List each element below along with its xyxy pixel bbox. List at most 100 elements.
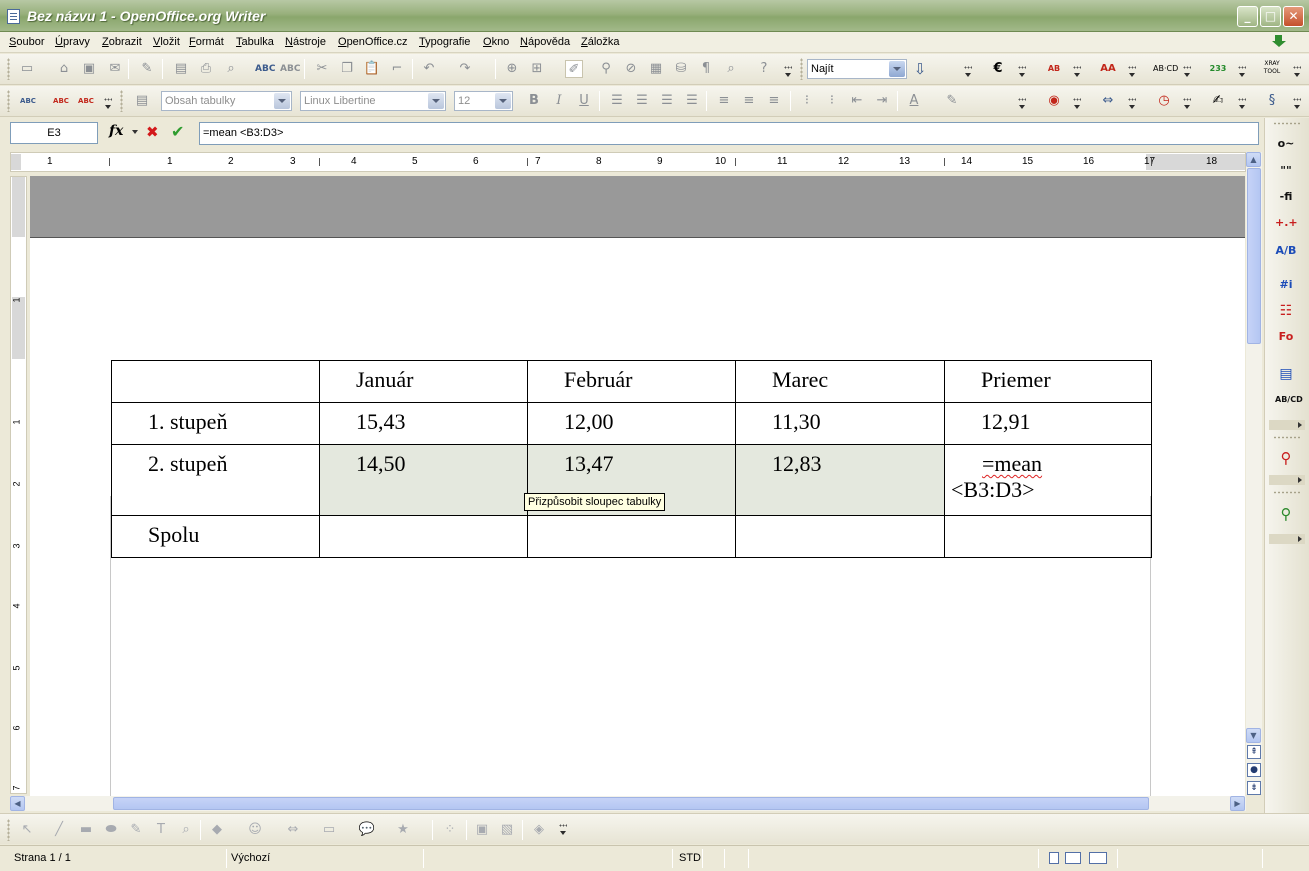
update-download-icon[interactable] <box>1271 35 1287 49</box>
print-preview-icon[interactable]: ⌕ <box>222 60 240 78</box>
scroll-right-icon[interactable]: ▶ <box>1230 796 1245 811</box>
next-page-icon[interactable]: ⇟ <box>1247 781 1261 795</box>
clone-formatting-icon[interactable]: ⌐ <box>388 60 406 78</box>
formula-cell[interactable]: =mean <B3:D3> <box>944 444 1152 516</box>
open-icon[interactable]: ⌂ <box>55 60 73 78</box>
table-cell[interactable]: 12,91 <box>944 402 1152 445</box>
gallery-icon[interactable]: ▦ <box>647 60 665 78</box>
sidebar-quotes-icon[interactable]: "" <box>1275 161 1297 181</box>
sidebar-fo-icon[interactable]: Fo <box>1275 327 1297 347</box>
page-indicator[interactable]: Strana 1 / 1 <box>14 852 71 864</box>
line-icon[interactable]: ╱ <box>50 821 68 839</box>
extension-numbers-icon[interactable]: 233 <box>1209 60 1227 78</box>
cancel-formula-icon[interactable]: ✖ <box>146 123 159 141</box>
table-cell-selected[interactable]: 12,83 <box>735 444 945 516</box>
menu-typografie[interactable]: Typografie <box>419 36 470 48</box>
page-style-indicator[interactable]: Výchozí <box>231 852 270 864</box>
align-center-icon[interactable]: ☰ <box>633 92 651 110</box>
scroll-down-icon[interactable]: ▼ <box>1246 728 1261 743</box>
undo-icon[interactable]: ↶ <box>420 60 438 78</box>
font-size-select[interactable]: 12 <box>454 91 513 111</box>
basic-shapes-icon[interactable]: ◆ <box>208 821 226 839</box>
show-draw-functions-icon[interactable]: ✐ <box>565 60 583 78</box>
table-header-cell[interactable]: Marec <box>735 360 945 403</box>
italic-button[interactable]: I <box>550 92 568 110</box>
align-right-icon[interactable]: ☰ <box>658 92 676 110</box>
find-input[interactable]: Najít <box>807 59 907 79</box>
toolbar-grip[interactable] <box>7 58 10 80</box>
underline-button[interactable]: U <box>575 92 593 110</box>
vertical-ruler[interactable]: 1 1 2 3 4 5 6 7 <box>10 176 27 794</box>
extension-abc-3-icon[interactable]: ABC <box>77 92 95 110</box>
table-cell-selected[interactable]: 14,50 <box>319 444 528 516</box>
sidebar-ligature-icon[interactable]: -fi <box>1275 187 1297 207</box>
table-cell[interactable]: 15,43 <box>319 402 528 445</box>
symbol-shapes-icon[interactable]: ☺ <box>246 821 264 839</box>
font-name-select[interactable]: Linux Libertine <box>300 91 446 111</box>
edit-file-icon[interactable]: ✎ <box>138 60 156 78</box>
extension-script-icon[interactable]: § <box>1263 92 1281 110</box>
zoom-icon[interactable]: ⌕ <box>722 60 740 78</box>
sidebar-spacing-icon[interactable]: +.+ <box>1275 213 1298 233</box>
table-header-cell[interactable]: Priemer <box>944 360 1152 403</box>
select-icon[interactable]: ↖ <box>18 821 36 839</box>
table-header-cell[interactable]: Február <box>527 360 736 403</box>
previous-page-icon[interactable]: ⇞ <box>1247 745 1261 759</box>
menu-vlozit[interactable]: Vložit <box>153 36 180 48</box>
line-spacing-1-icon[interactable]: ≡ <box>715 92 733 110</box>
hyperlink-icon[interactable]: ⊕ <box>503 60 521 78</box>
table-cell[interactable] <box>111 360 320 403</box>
menu-tabulka[interactable]: Tabulka <box>236 36 274 48</box>
menu-soubor[interactable]: Soubor <box>9 36 44 48</box>
help-icon[interactable]: ? <box>755 60 773 78</box>
table-cell[interactable]: 11,30 <box>735 402 945 445</box>
selection-mode-indicator[interactable]: STD <box>679 852 701 864</box>
horizontal-scrollbar[interactable]: ◀ ▶ <box>10 796 1246 811</box>
extension-arrows-icon[interactable]: ⇔ <box>1099 92 1117 110</box>
extension-ab-cd-icon[interactable]: AB·CD <box>1153 60 1178 78</box>
points-icon[interactable]: ⁘ <box>441 821 459 839</box>
spellcheck-icon[interactable]: ABC <box>255 60 275 78</box>
extension-c-icon[interactable]: € <box>989 60 1007 78</box>
navigator-icon[interactable]: ⊘ <box>622 60 640 78</box>
table-cell[interactable]: 2. stupeň <box>111 444 320 516</box>
formula-dropdown-arrow[interactable] <box>132 130 138 134</box>
book-view-icon[interactable] <box>1089 852 1107 864</box>
text-icon[interactable]: T <box>152 821 170 839</box>
decrease-indent-icon[interactable]: ⇤ <box>848 92 866 110</box>
extension-abc-2-icon[interactable]: ABC <box>52 92 70 110</box>
table-icon[interactable]: ⊞ <box>528 60 546 78</box>
sidebar-typo-o-icon[interactable]: o~ <box>1275 134 1297 154</box>
menu-zalozka[interactable]: Záložka <box>581 36 620 48</box>
sidebar-info-icon[interactable]: #i <box>1275 275 1297 295</box>
sidebar-document-icon[interactable]: ▤ <box>1275 364 1297 384</box>
table-cell[interactable]: Spolu <box>111 515 320 558</box>
multi-page-view-icon[interactable] <box>1065 852 1081 864</box>
navigation-icon[interactable]: ● <box>1247 763 1261 777</box>
find-replace-icon[interactable]: ⚲ <box>597 60 615 78</box>
scroll-up-icon[interactable]: ▲ <box>1246 152 1261 167</box>
table-cell[interactable] <box>527 515 736 558</box>
sidebar-binoculars-green-icon[interactable]: ⚲ <box>1275 504 1297 524</box>
extrusion-icon[interactable]: ◈ <box>530 821 548 839</box>
horizontal-scroll-thumb[interactable] <box>113 797 1149 810</box>
styles-formatting-icon[interactable]: ▤ <box>133 92 151 110</box>
copy-icon[interactable]: ❐ <box>338 60 356 78</box>
xray-tool-icon[interactable]: XRAY TOOL <box>1263 60 1281 78</box>
table-cell[interactable] <box>944 515 1152 558</box>
callout-icon[interactable]: ⌕ <box>177 821 195 839</box>
fontwork-icon[interactable]: ▣ <box>473 821 491 839</box>
minimize-button[interactable]: _ <box>1237 6 1258 27</box>
paragraph-style-select[interactable]: Obsah tabulky <box>161 91 292 111</box>
ellipse-icon[interactable]: ⬬ <box>102 821 120 839</box>
sidebar-ab-icon[interactable]: A/B <box>1275 241 1297 261</box>
extension-eye-icon[interactable]: ◉ <box>1045 92 1063 110</box>
maximize-button[interactable]: □ <box>1260 6 1281 27</box>
print-icon[interactable]: ⎙ <box>197 60 215 78</box>
cell-reference-field[interactable]: E3 <box>10 122 98 144</box>
formula-input[interactable]: =mean <B3:D3> <box>199 122 1259 145</box>
extension-abc-1-icon[interactable]: ABC <box>19 92 37 110</box>
line-spacing-2-icon[interactable]: ≡ <box>765 92 783 110</box>
document-area[interactable]: Január Február Marec Priemer 1. stupeň 1… <box>30 176 1245 796</box>
from-file-icon[interactable]: ▧ <box>498 821 516 839</box>
